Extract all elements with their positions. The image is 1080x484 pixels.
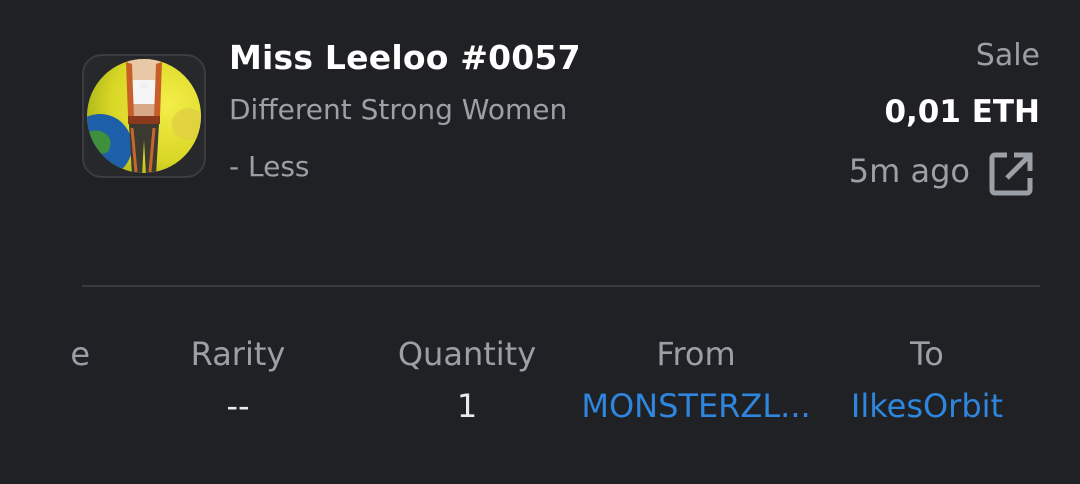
- details-row: e Rarity -- Quantity 1 From MONSTERZL...…: [0, 330, 1080, 440]
- sale-price: 0,01 ETH: [884, 94, 1040, 130]
- to-label: To: [910, 335, 944, 373]
- quantity-value: 1: [456, 387, 478, 425]
- event-type: Sale: [975, 38, 1040, 73]
- event-time: 5m ago: [848, 152, 970, 190]
- to-address-link[interactable]: IlkesOrbit: [840, 378, 1014, 434]
- open-in-new-icon[interactable]: [985, 148, 1037, 200]
- partial-label: e: [70, 335, 90, 373]
- to-column: To IlkesOrbit: [840, 330, 1014, 434]
- nft-title[interactable]: Miss Leeloo #0057: [229, 38, 581, 77]
- from-label: From: [656, 335, 736, 373]
- activity-card: Miss Leeloo #0057 Different Strong Women…: [0, 0, 1080, 484]
- from-address-link[interactable]: MONSTERZL...: [580, 378, 812, 434]
- show-less-toggle[interactable]: - Less: [229, 150, 310, 183]
- rarity-column: Rarity --: [168, 330, 308, 434]
- collection-name[interactable]: Different Strong Women: [229, 93, 567, 126]
- nft-image: [87, 59, 201, 173]
- nft-thumbnail[interactable]: [82, 54, 206, 178]
- from-column: From MONSTERZL...: [580, 330, 812, 434]
- divider: [82, 285, 1040, 287]
- quantity-column: Quantity 1: [386, 330, 548, 434]
- rarity-value: --: [226, 387, 250, 425]
- details-column-partial: e: [0, 330, 90, 378]
- rarity-label: Rarity: [190, 335, 286, 373]
- quantity-label: Quantity: [397, 335, 537, 373]
